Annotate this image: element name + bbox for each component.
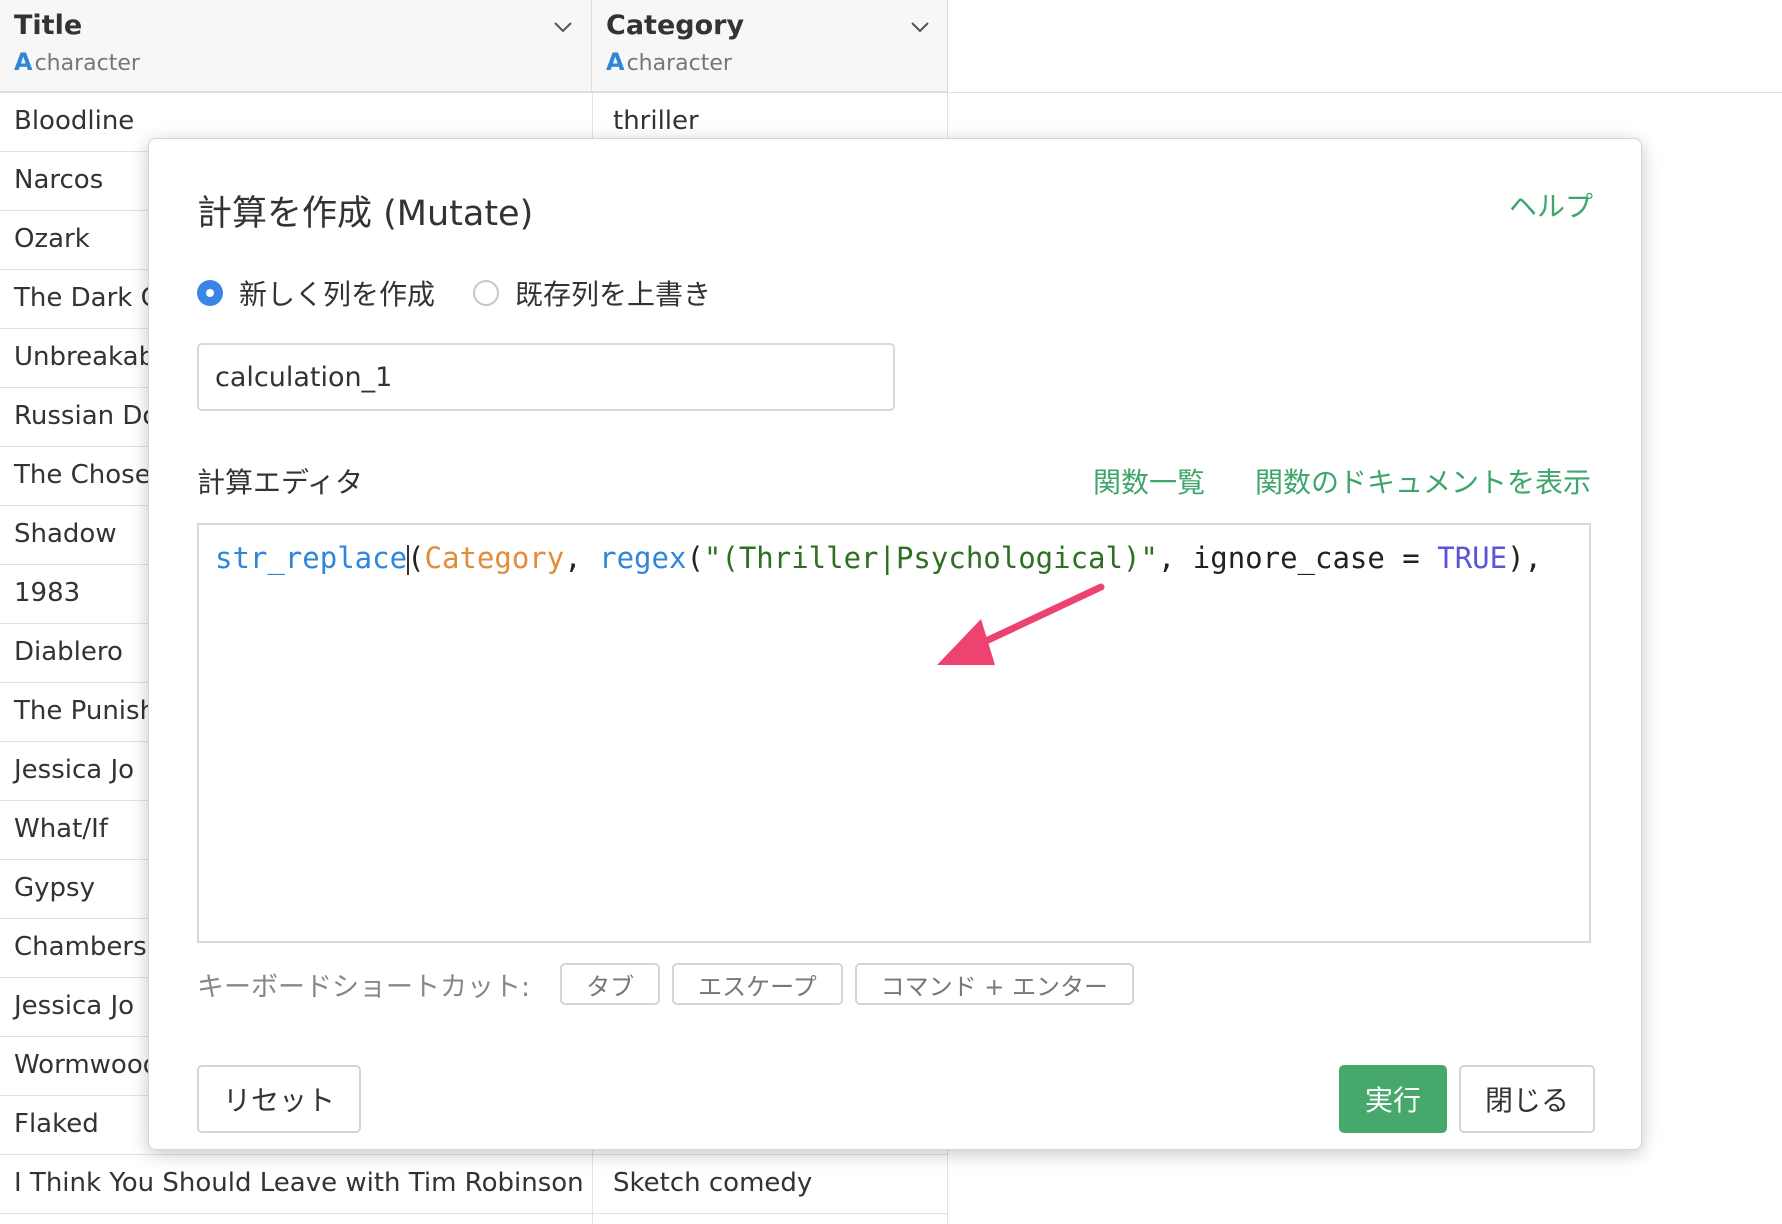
category-cell: thriller (613, 106, 699, 136)
title-cell: The Chose (14, 460, 151, 490)
reset-button[interactable]: リセット (197, 1065, 361, 1133)
column-type: Acharacter (606, 48, 732, 76)
title-cell: Jessica Jo (14, 991, 135, 1021)
shortcuts-label: キーボードショートカット: (197, 971, 531, 1003)
chevron-down-icon[interactable] (552, 16, 574, 38)
radio-new-column[interactable]: 新しく列を作成 (197, 273, 435, 313)
column-header-title[interactable]: Title Acharacter (0, 0, 592, 91)
radio-label: 既存列を上書き (515, 278, 712, 311)
run-button[interactable]: 実行 (1339, 1065, 1447, 1133)
code-punct: , (564, 541, 600, 575)
function-list-link[interactable]: 関数一覧 (1093, 461, 1205, 501)
shortcut-escape: エスケープ (672, 963, 843, 1005)
dialog-title: 計算を作成 (Mutate) (197, 194, 534, 234)
code-punct: ( (407, 541, 425, 575)
code-function: regex (599, 541, 687, 575)
title-cell: Jessica Jo (14, 755, 135, 785)
mutate-dialog: 計算を作成 (Mutate) ヘルプ 新しく列を作成 既存列を上書き 計算エディ… (148, 138, 1642, 1150)
title-cell: The Dark C (14, 283, 159, 313)
title-cell: Unbreakab (14, 342, 156, 372)
radio-button[interactable] (473, 280, 500, 306)
character-type-icon: A (606, 48, 625, 76)
table-row: I Think You Should Leave with Tim Robins… (0, 1155, 948, 1214)
code-column: Category (424, 541, 565, 575)
title-cell: Wormwood (14, 1050, 160, 1080)
title-cell: The Punish (14, 696, 157, 726)
code-function: str_replace (215, 541, 408, 575)
radio-button-selected[interactable] (197, 280, 223, 306)
title-cell: Shadow (14, 519, 117, 549)
column-name: Title (14, 10, 83, 41)
column-type: Acharacter (14, 48, 140, 76)
mode-radio-group: 新しく列を作成 既存列を上書き (197, 273, 749, 313)
column-header-category[interactable]: Category Acharacter (592, 0, 948, 91)
help-link[interactable]: ヘルプ (1509, 185, 1593, 225)
keyboard-shortcuts: キーボードショートカット: タブ エスケープ コマンド + エンター (197, 963, 1146, 1005)
category-cell: Sketch comedy (613, 1168, 813, 1198)
code-punct: ( (686, 541, 704, 575)
title-cell: Russian Do (14, 401, 159, 431)
code-punct: ), (1507, 541, 1542, 575)
title-cell: Ozark (14, 224, 90, 254)
radio-label: 新しく列を作成 (239, 278, 436, 311)
close-button[interactable]: 閉じる (1459, 1065, 1595, 1133)
editor-label: 計算エディタ (197, 466, 364, 499)
title-cell: Bloodline (14, 106, 135, 136)
shortcut-command-enter: コマンド + エンター (854, 963, 1135, 1005)
grid-header: Title Acharacter Category Acharacter (0, 0, 1782, 93)
title-cell: Diablero (14, 637, 123, 667)
function-docs-link[interactable]: 関数のドキュメントを表示 (1255, 461, 1591, 501)
code-line: str_replace(Category, regex("(Thriller|P… (215, 535, 1542, 581)
title-cell: Chambers (14, 932, 147, 962)
title-cell: Narcos (14, 165, 104, 195)
title-cell: 1983 (14, 578, 81, 608)
code-punct: , ignore_case = (1157, 541, 1438, 575)
title-cell: I Think You Should Leave with Tim Robins… (14, 1168, 584, 1198)
title-cell: What/If (14, 814, 108, 844)
shortcut-tab: タブ (560, 963, 661, 1005)
arrow-pointer-icon (937, 583, 1105, 665)
character-type-icon: A (14, 48, 33, 76)
column-name: Category (606, 10, 745, 41)
title-cell: Gypsy (14, 873, 95, 903)
chevron-down-icon[interactable] (909, 16, 931, 38)
calculation-editor[interactable]: str_replace(Category, regex("(Thriller|P… (197, 523, 1591, 943)
code-string: "(Thriller|Psychological)" (703, 541, 1158, 575)
radio-overwrite-column[interactable]: 既存列を上書き (473, 273, 711, 313)
column-name-input[interactable] (197, 343, 895, 411)
code-boolean: TRUE (1437, 541, 1508, 575)
title-cell: Flaked (14, 1109, 99, 1139)
